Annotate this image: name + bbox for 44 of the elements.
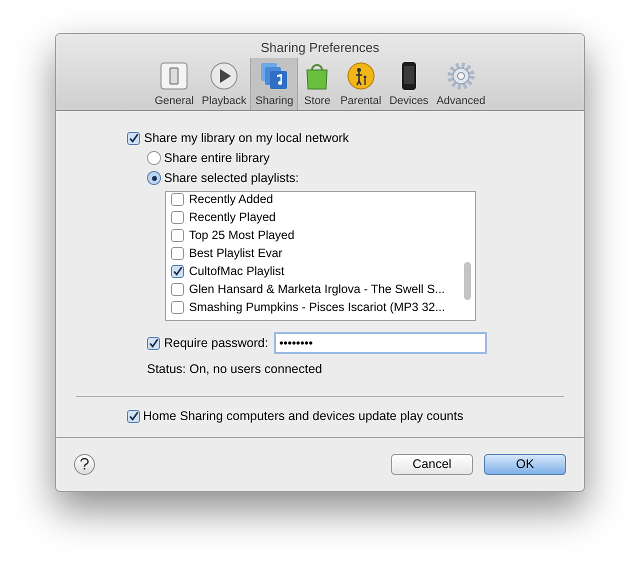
playlist-name: Recently Played bbox=[189, 209, 276, 226]
checkbox[interactable] bbox=[171, 300, 184, 314]
checkbox-label: Home Sharing computers and devices update play counts bbox=[143, 408, 464, 426]
radio-label: Share entire library bbox=[164, 150, 270, 167]
checkbox[interactable] bbox=[147, 336, 160, 350]
parent-child-icon bbox=[346, 61, 376, 91]
toolbar-tab[interactable]: General bbox=[150, 58, 198, 110]
toolbar-tab[interactable]: Playback bbox=[198, 58, 250, 110]
radio-label: Share selected playlists: bbox=[164, 170, 299, 187]
checkbox[interactable] bbox=[171, 210, 184, 224]
checkbox[interactable] bbox=[171, 264, 184, 278]
checkbox-label: Require password: bbox=[164, 334, 268, 352]
window-title: Sharing Preferences bbox=[260, 39, 380, 56]
toolbar-tab[interactable]: Store bbox=[298, 58, 336, 110]
toolbar-tab[interactable]: Sharing bbox=[250, 58, 298, 110]
playlist-name: CultofMac Playlist bbox=[189, 263, 284, 280]
cancel-button[interactable]: Cancel bbox=[391, 454, 473, 475]
checkbox[interactable] bbox=[127, 410, 140, 424]
toolbar-tab[interactable]: Parental bbox=[336, 58, 386, 110]
scrollbar-thumb[interactable] bbox=[464, 262, 471, 300]
playlist-name: Glen Hansard & Marketa Irglova - The Swell S... bbox=[189, 281, 445, 298]
help-button[interactable] bbox=[74, 454, 95, 475]
play-icon bbox=[209, 61, 240, 91]
checkbox[interactable] bbox=[171, 282, 184, 296]
gear-icon bbox=[446, 61, 476, 91]
playlist-name: Best Playlist Evar bbox=[189, 245, 282, 262]
switch-icon bbox=[159, 61, 190, 91]
checkbox-label: Share my library on my local network bbox=[144, 130, 349, 147]
checkbox[interactable] bbox=[171, 192, 184, 206]
playlist-name: Top 25 Most Played bbox=[189, 227, 294, 244]
password-field[interactable]: •••••••• bbox=[274, 332, 488, 354]
playlist-name: Smashing Pumpkins - Pisces Iscariot (MP3 32... bbox=[189, 299, 446, 316]
status-text: Status: On, no users connected bbox=[147, 361, 324, 378]
checkbox[interactable] bbox=[171, 228, 184, 242]
music-note-icon bbox=[259, 61, 290, 91]
checkbox[interactable] bbox=[127, 132, 140, 144]
toolbar-tab[interactable]: Advanced bbox=[432, 58, 490, 110]
toolbar-tab[interactable]: Devices bbox=[385, 58, 432, 110]
ok-button[interactable]: OK bbox=[484, 454, 566, 475]
radio-button[interactable] bbox=[147, 171, 161, 185]
radio-button[interactable] bbox=[147, 151, 161, 165]
checkbox[interactable] bbox=[171, 246, 184, 260]
playlist-name: Recently Added bbox=[189, 192, 274, 208]
question-mark-icon bbox=[80, 458, 89, 470]
